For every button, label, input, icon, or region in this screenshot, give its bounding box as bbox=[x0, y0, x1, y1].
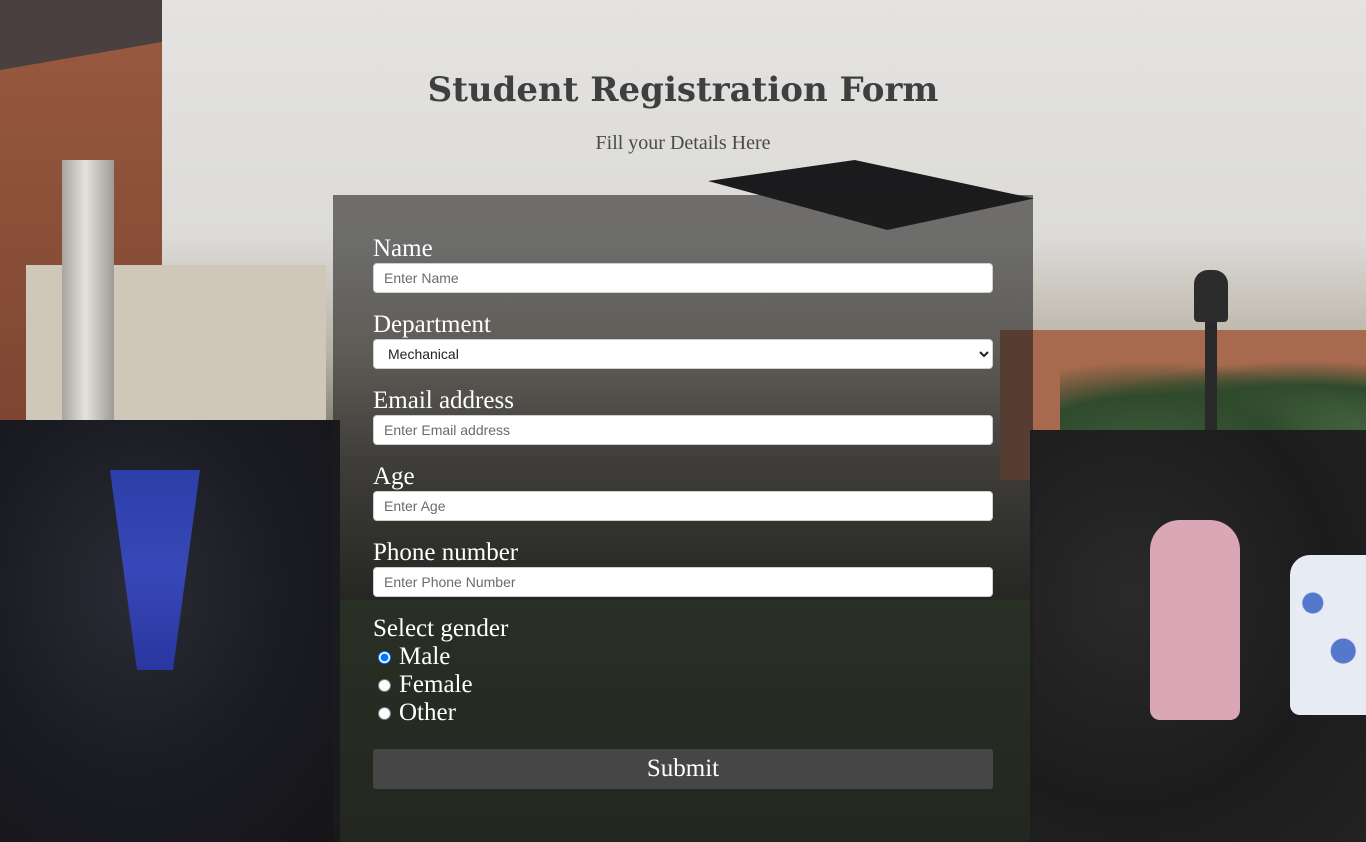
gender-radio-female[interactable] bbox=[378, 678, 391, 692]
gender-label: Select gender bbox=[373, 615, 509, 642]
age-field-group: Age bbox=[373, 463, 993, 521]
page-title: Student Registration Form bbox=[427, 70, 939, 110]
gender-radio-male[interactable] bbox=[378, 650, 391, 664]
department-label: Department bbox=[373, 311, 492, 338]
submit-button[interactable]: Submit bbox=[373, 749, 993, 789]
gender-option-other[interactable]: Other bbox=[373, 699, 993, 727]
person-pink bbox=[1150, 520, 1240, 720]
phone-field-group: Phone number bbox=[373, 539, 993, 597]
person-floral bbox=[1290, 555, 1366, 715]
lamp-head bbox=[1194, 270, 1228, 322]
age-label: Age bbox=[373, 463, 415, 490]
gender-option-female[interactable]: Female bbox=[373, 671, 993, 699]
gender-option-female-label: Female bbox=[399, 671, 473, 698]
phone-label: Phone number bbox=[373, 539, 519, 566]
gender-radio-other[interactable] bbox=[378, 706, 391, 720]
gender-option-other-label: Other bbox=[399, 699, 456, 726]
gender-field-group: Select gender Male Female Other bbox=[373, 615, 993, 727]
name-input[interactable] bbox=[373, 263, 993, 293]
name-label: Name bbox=[373, 235, 433, 262]
email-input[interactable] bbox=[373, 415, 993, 445]
gender-option-male[interactable]: Male bbox=[373, 643, 993, 671]
phone-input[interactable] bbox=[373, 567, 993, 597]
department-select[interactable]: Mechanical bbox=[373, 339, 993, 369]
email-field-group: Email address bbox=[373, 387, 993, 445]
gender-option-male-label: Male bbox=[399, 643, 451, 670]
age-input[interactable] bbox=[373, 491, 993, 521]
email-label: Email address bbox=[373, 387, 514, 414]
registration-form: Name Department Mechanical Email address… bbox=[333, 195, 1033, 842]
name-field-group: Name bbox=[373, 235, 993, 293]
department-field-group: Department Mechanical bbox=[373, 311, 993, 369]
page-subtitle: Fill your Details Here bbox=[595, 132, 771, 154]
